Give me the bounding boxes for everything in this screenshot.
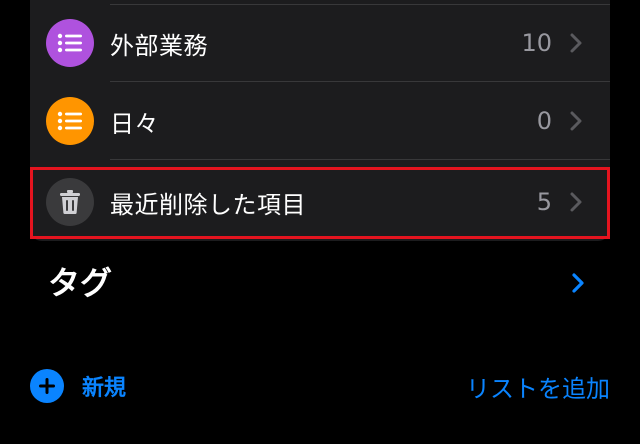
chevron-right-icon	[570, 111, 582, 131]
list-count: 10	[521, 29, 552, 57]
row-divider	[110, 159, 610, 160]
plus-circle-icon	[30, 369, 64, 403]
tags-section-title[interactable]: タグ	[48, 258, 112, 304]
my-lists-card: 外部業務 10 日々 0 最近削除した項目 5	[30, 0, 610, 241]
list-row-daily[interactable]: 日々 0	[30, 82, 610, 160]
chevron-right-icon	[570, 33, 582, 53]
list-count: 5	[536, 188, 552, 216]
list-name: 日々	[110, 109, 159, 138]
list-row-recently-deleted[interactable]: 最近削除した項目 5	[30, 163, 610, 241]
list-bullet-icon	[46, 19, 94, 67]
new-reminder-label: 新規	[82, 376, 127, 401]
list-bullet-icon	[46, 97, 94, 145]
chevron-right-icon[interactable]	[568, 270, 588, 296]
reminders-screen: 外部業務 10 日々 0 最近削除した項目 5 タグ 新規 リストを追加	[0, 0, 640, 444]
list-name: 最近削除した項目	[110, 190, 306, 219]
list-count: 0	[536, 107, 552, 135]
chevron-right-icon	[570, 192, 582, 212]
trash-icon	[46, 178, 94, 226]
new-reminder-button[interactable]: 新規	[30, 368, 126, 404]
list-name: 外部業務	[110, 31, 208, 60]
add-list-button[interactable]: リストを追加	[466, 369, 610, 404]
list-row-external-work[interactable]: 外部業務 10	[30, 4, 610, 82]
